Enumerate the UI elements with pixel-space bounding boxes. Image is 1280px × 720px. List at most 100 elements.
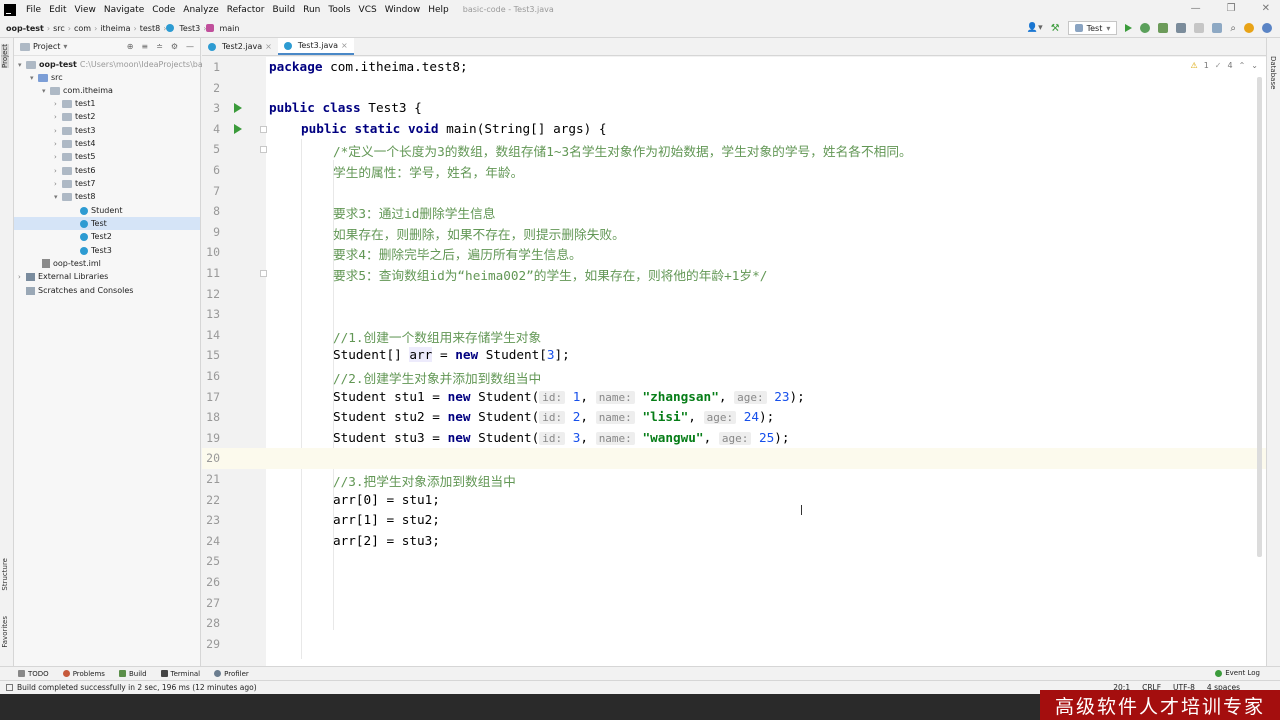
update-icon[interactable] — [1244, 23, 1254, 33]
profiler-tool-button[interactable]: Profiler — [214, 670, 249, 678]
tab-test3[interactable]: Test3.java × — [277, 38, 354, 55]
comment: 要求3：通过id删除学生信息 — [333, 206, 496, 222]
vertical-scrollbar[interactable] — [1257, 77, 1262, 557]
line-number: 8 — [213, 204, 220, 219]
menu-run[interactable]: Run — [299, 5, 324, 15]
menu-help[interactable]: Help — [424, 5, 453, 15]
tab-test2[interactable]: Test2.java × — [202, 38, 278, 55]
tree-folder[interactable]: › test4 — [54, 137, 95, 150]
breadcrumb-itheima[interactable]: itheima — [97, 24, 133, 33]
tree-folder[interactable]: › test2 — [54, 110, 95, 123]
menu-tools[interactable]: Tools — [324, 5, 354, 15]
breadcrumb-method[interactable]: main — [216, 24, 242, 33]
restore-icon[interactable]: ❐ — [1227, 3, 1236, 14]
event-log-icon — [1215, 669, 1223, 677]
tree-package[interactable]: ▾ com.itheima — [42, 84, 113, 97]
mouse-cursor-icon — [801, 505, 802, 515]
breadcrumb-com[interactable]: com — [71, 24, 94, 33]
close-icon[interactable]: × — [265, 42, 272, 51]
hide-icon[interactable]: — — [186, 42, 194, 51]
tree-src[interactable]: ▾ src — [30, 71, 63, 84]
menu-refactor[interactable]: Refactor — [223, 5, 269, 15]
menu-window[interactable]: Window — [381, 5, 425, 15]
menu-view[interactable]: View — [71, 5, 100, 15]
project-structure-icon[interactable] — [1212, 23, 1223, 33]
coverage-icon[interactable] — [1158, 23, 1169, 33]
tree-scratches[interactable]: Scratches and Consoles — [26, 284, 133, 297]
tree-class[interactable]: Student — [80, 204, 123, 217]
tree-class-label: Test2 — [91, 232, 112, 241]
code-line: 25 — [202, 551, 1266, 572]
tree-folder[interactable]: › test6 — [54, 164, 95, 177]
collapse-all-icon[interactable]: ≐ — [156, 42, 163, 51]
menu-build[interactable]: Build — [269, 5, 300, 15]
code-editor[interactable]: ⚠ 1 ✓ 4 ⌃ ⌄ 1 package com.itheima.test8;… — [202, 57, 1266, 666]
event-log-button[interactable]: Event Log — [1215, 669, 1260, 677]
tree-external-libraries[interactable]: › External Libraries — [18, 270, 108, 283]
tree-class[interactable]: Test3 — [80, 244, 112, 257]
tree-folder-label: test8 — [75, 192, 96, 201]
fold-icon[interactable] — [260, 270, 267, 277]
breadcrumb-project[interactable]: oop-test — [0, 24, 47, 33]
breadcrumb-test8[interactable]: test8 — [137, 24, 163, 33]
debug-icon[interactable] — [1140, 23, 1151, 33]
tree-folder[interactable]: › test3 — [54, 124, 95, 137]
menu-navigate[interactable]: Navigate — [100, 5, 148, 15]
fold-icon[interactable] — [260, 146, 267, 154]
problems-tool-button[interactable]: Problems — [62, 670, 105, 678]
code-text: arr[0] = stu1; — [333, 491, 440, 507]
menu-vcs[interactable]: VCS — [355, 5, 381, 15]
hammer-icon[interactable]: ⚒ — [1051, 23, 1060, 34]
menu-edit[interactable]: Edit — [45, 5, 70, 15]
tree-folder[interactable]: ▾ test8 — [54, 190, 95, 203]
run-config-select[interactable]: Test ▾ — [1067, 21, 1118, 35]
hammer-icon — [118, 670, 126, 677]
fold-icon[interactable] — [260, 125, 267, 133]
run-class-icon[interactable] — [234, 103, 242, 114]
class-icon — [80, 219, 88, 228]
tree-folder-label: test4 — [75, 139, 96, 148]
tree-folder[interactable]: › test5 — [54, 150, 95, 163]
ide-logo-icon[interactable] — [1262, 23, 1272, 33]
line-number: 29 — [206, 636, 220, 651]
tree-folder-label: test2 — [75, 112, 96, 121]
menu-analyze[interactable]: Analyze — [179, 5, 222, 15]
keyword: package — [269, 59, 323, 74]
project-panel-title[interactable]: Project — [33, 42, 60, 51]
gear-icon[interactable]: ⚙ — [171, 42, 178, 51]
run-config-label: Test — [1086, 23, 1103, 33]
favorites-tool-button[interactable]: Favorites — [1, 616, 9, 648]
tree-iml[interactable]: oop-test.iml — [42, 257, 101, 270]
project-tool-button[interactable]: Project — [1, 44, 9, 68]
run-config-icon — [1074, 24, 1083, 32]
param-hint: age: — [718, 431, 752, 445]
structure-tool-button[interactable]: Structure — [1, 558, 9, 591]
tree-folder[interactable]: › test1 — [54, 97, 95, 110]
tree-folder[interactable]: › test7 — [54, 177, 95, 190]
profile-icon[interactable] — [1176, 23, 1187, 33]
tree-class-selected[interactable]: Test — [14, 217, 200, 230]
expand-all-icon[interactable]: ≡ — [141, 42, 148, 51]
collapsed-arrow-icon: › — [54, 112, 57, 121]
run-icon[interactable] — [1125, 24, 1133, 32]
terminal-tool-button[interactable]: Terminal — [160, 670, 200, 678]
menu-file[interactable]: File — [22, 5, 45, 15]
tree-class[interactable]: Test2 — [80, 230, 112, 243]
run-method-icon[interactable] — [234, 123, 242, 134]
stop-icon[interactable] — [1194, 23, 1205, 33]
breadcrumb-class[interactable]: Test3 — [176, 24, 203, 33]
close-icon[interactable]: × — [341, 41, 348, 50]
search-icon[interactable]: ⌕ — [1230, 23, 1236, 34]
right-tool-strip: Database — [1266, 38, 1280, 666]
user-icon[interactable]: 👤▾ — [1027, 23, 1043, 33]
locate-icon[interactable]: ⊕ — [127, 42, 134, 51]
menu-code[interactable]: Code — [148, 5, 179, 15]
chevron-down-icon[interactable]: ▾ — [63, 42, 67, 51]
tree-root[interactable]: ▾ oop-test C:\Users\moon\IdeaProjects\ba — [18, 58, 203, 71]
close-icon[interactable]: ✕ — [1262, 3, 1270, 14]
build-tool-button[interactable]: Build — [118, 670, 147, 678]
minimize-icon[interactable]: — — [1191, 3, 1201, 14]
breadcrumb-src[interactable]: src — [50, 24, 68, 33]
database-tool-button[interactable]: Database — [1269, 56, 1277, 89]
todo-tool-button[interactable]: TODO — [18, 670, 49, 678]
